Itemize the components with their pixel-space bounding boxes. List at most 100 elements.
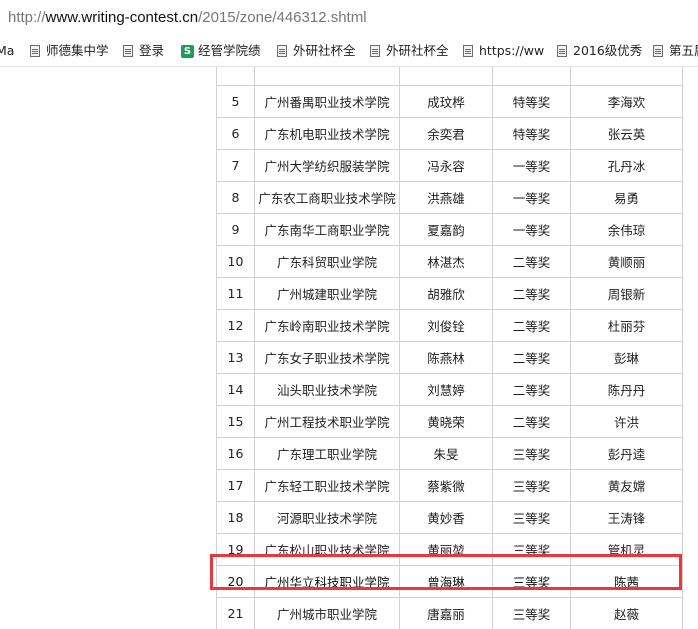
rank-cell: 21 <box>216 597 255 629</box>
document-icon <box>653 45 663 57</box>
award-cell: 三等奖 <box>492 469 571 502</box>
student-cell: 成玟桦 <box>399 85 493 118</box>
table-row: 16 广东理工职业学院 朱旻 三等奖 彭丹逵 <box>216 437 683 470</box>
document-icon <box>123 45 133 57</box>
teacher-cell: 彭琳 <box>570 341 683 374</box>
url-path: /2015/zone/446312.shtml <box>198 9 367 26</box>
school-cell: 广州工程技术职业学院 <box>254 405 400 438</box>
school-cell <box>254 67 400 86</box>
bookmark-label: 2016级优秀 <box>573 43 643 58</box>
bookmark-item[interactable]: https://ww <box>463 36 544 66</box>
table-row: 6 广东机电职业技术学院 余奕君 特等奖 张云英 <box>216 117 683 150</box>
award-cell: 一等奖 <box>492 181 571 214</box>
document-icon <box>277 45 287 57</box>
student-cell: 蔡紫微 <box>399 469 493 502</box>
document-icon <box>30 45 40 57</box>
award-cell <box>492 67 571 86</box>
table-row: 11 广州城建职业学院 胡雅欣 二等奖 周银新 <box>216 277 683 310</box>
award-cell: 二等奖 <box>492 277 571 310</box>
award-table: 5 广州番禺职业技术学院 成玟桦 特等奖 李海欢 6 广东机电职业技术学院 余奕君 特等奖 张云英… <box>216 67 683 629</box>
teacher-cell: 易勇 <box>570 181 683 214</box>
table-row: 13 广东女子职业技术学院 陈燕林 二等奖 彭琳 <box>216 341 683 374</box>
rank-cell: 12 <box>216 309 255 342</box>
student-cell: 黄妙香 <box>399 501 493 534</box>
bookmark-item[interactable]: 2016级优秀 <box>557 36 642 66</box>
table-row: 7 广州大学纺织服装学院 冯永容 一等奖 孔丹冰 <box>216 149 683 182</box>
teacher-cell <box>570 67 683 86</box>
rank-cell: 5 <box>216 85 255 118</box>
award-cell: 一等奖 <box>492 149 571 182</box>
school-cell: 广东南华工商职业学院 <box>254 213 400 246</box>
student-cell: 黄晓荣 <box>399 405 493 438</box>
student-cell: 朱旻 <box>399 437 493 470</box>
award-cell: 一等奖 <box>492 213 571 246</box>
bookmark-item[interactable]: 师德集中学 <box>30 36 109 66</box>
school-cell: 广州华立科技职业学院 <box>254 565 400 598</box>
bookmark-item[interactable]: 外研社杯全 <box>277 36 356 66</box>
award-cell: 特等奖 <box>492 85 571 118</box>
student-cell <box>399 67 493 86</box>
award-cell: 三等奖 <box>492 565 571 598</box>
bookmark-item[interactable]: S 经管学院绩 <box>181 36 261 66</box>
student-cell: 唐嘉丽 <box>399 597 493 629</box>
bookmark-label: 外研社杯全 <box>386 43 449 58</box>
teacher-cell: 杜丽芬 <box>570 309 683 342</box>
document-icon <box>370 45 380 57</box>
bookmark-item[interactable]: 外研社杯全 <box>370 36 449 66</box>
school-cell: 汕头职业技术学院 <box>254 373 400 406</box>
bookmark-item[interactable]: 登录 <box>123 36 164 66</box>
school-cell: 广州大学纺织服装学院 <box>254 149 400 182</box>
table-row: 19 广东松山职业技术学院 黄丽堃 三等奖 管机灵 <box>216 533 683 566</box>
table-row: 9 广东南华工商职业学院 夏嘉韵 一等奖 余伟琼 <box>216 213 683 246</box>
table-row: 15 广州工程技术职业学院 黄晓荣 二等奖 许洪 <box>216 405 683 438</box>
school-cell: 广东机电职业技术学院 <box>254 117 400 150</box>
school-cell: 广东科贸职业学院 <box>254 245 400 278</box>
school-cell: 广东女子职业技术学院 <box>254 341 400 374</box>
table-row: 21 广州城市职业学院 唐嘉丽 三等奖 赵薇 <box>216 597 683 629</box>
rank-cell: 19 <box>216 533 255 566</box>
table-row: 12 广东岭南职业技术学院 刘俊铨 二等奖 杜丽芬 <box>216 309 683 342</box>
student-cell: 胡雅欣 <box>399 277 493 310</box>
rank-cell <box>216 67 255 86</box>
document-icon <box>557 45 567 57</box>
bookmark-item[interactable]: Ma <box>0 36 14 66</box>
teacher-cell: 孔丹冰 <box>570 149 683 182</box>
school-cell: 广州城市职业学院 <box>254 597 400 629</box>
address-bar[interactable]: http://www.writing-contest.cn/2015/zone/… <box>0 0 698 36</box>
student-cell: 黄丽堃 <box>399 533 493 566</box>
rank-cell: 8 <box>216 181 255 214</box>
table-row: 20 广州华立科技职业学院 曾海琳 三等奖 陈茜 <box>216 565 683 598</box>
student-cell: 刘俊铨 <box>399 309 493 342</box>
school-cell: 广东松山职业技术学院 <box>254 533 400 566</box>
url-host: www.writing-contest.cn <box>45 9 199 26</box>
award-cell: 二等奖 <box>492 405 571 438</box>
award-cell: 二等奖 <box>492 309 571 342</box>
table-row <box>216 67 683 86</box>
teacher-cell: 余伟琼 <box>570 213 683 246</box>
student-cell: 冯永容 <box>399 149 493 182</box>
bookmarks-bar: Ma 师德集中学 登录 S 经管学院绩 外研社杯全 外研社杯全 https://… <box>0 36 698 67</box>
award-cell: 三等奖 <box>492 597 571 629</box>
award-cell: 三等奖 <box>492 437 571 470</box>
rank-cell: 16 <box>216 437 255 470</box>
table-row: 14 汕头职业技术学院 刘慧婷 二等奖 陈丹丹 <box>216 373 683 406</box>
teacher-cell: 黄顺丽 <box>570 245 683 278</box>
bookmark-item[interactable]: 第五届 <box>653 36 698 66</box>
school-cell: 广东农工商职业技术学院 <box>254 181 400 214</box>
teacher-cell: 张云英 <box>570 117 683 150</box>
teacher-cell: 陈丹丹 <box>570 373 683 406</box>
student-cell: 陈燕林 <box>399 341 493 374</box>
bookmark-label: https://ww <box>479 43 545 58</box>
teacher-cell: 李海欢 <box>570 85 683 118</box>
school-cell: 河源职业技术学院 <box>254 501 400 534</box>
page-content: 5 广州番禺职业技术学院 成玟桦 特等奖 李海欢 6 广东机电职业技术学院 余奕君 特等奖 张云英… <box>0 67 698 629</box>
award-cell: 三等奖 <box>492 501 571 534</box>
bookmark-label: 师德集中学 <box>46 43 109 58</box>
school-cell: 广东岭南职业技术学院 <box>254 309 400 342</box>
award-cell: 二等奖 <box>492 341 571 374</box>
student-cell: 洪燕雄 <box>399 181 493 214</box>
rank-cell: 15 <box>216 405 255 438</box>
bookmark-label: 外研社杯全 <box>293 43 356 58</box>
rank-cell: 9 <box>216 213 255 246</box>
bookmark-label: 第五届 <box>669 43 698 58</box>
